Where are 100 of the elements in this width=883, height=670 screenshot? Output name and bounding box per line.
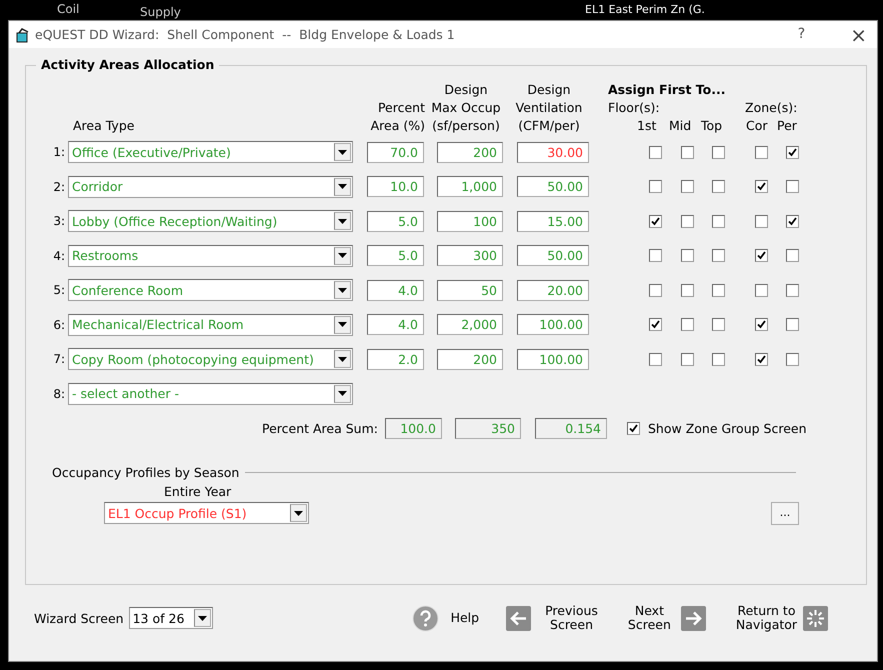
checkbox[interactable] (755, 318, 768, 332)
row-number: 2: (52, 180, 66, 194)
checkbox[interactable] (712, 214, 725, 228)
area-type-dropdown[interactable]: Conference Room (68, 279, 353, 302)
help-button[interactable]: ? (798, 26, 806, 43)
checkbox[interactable] (681, 180, 694, 194)
area-type-dropdown[interactable]: Office (Executive/Private) (68, 141, 353, 164)
caret-icon (198, 616, 207, 620)
percent-field[interactable]: 10.0 (367, 176, 424, 198)
row-number: 4: (52, 248, 66, 263)
percent-field[interactable]: 4.0 (367, 280, 424, 301)
checkbox[interactable] (649, 249, 662, 262)
checkbox[interactable] (786, 352, 799, 366)
wizard-screen-label: Wizard Screen (34, 610, 124, 626)
occupancy-field[interactable]: 1,000 (437, 176, 503, 198)
caret-icon (338, 322, 347, 328)
percent-field[interactable]: 5.0 (367, 245, 424, 266)
checkbox[interactable] (649, 352, 662, 366)
area-type-dropdown[interactable]: Corridor (68, 176, 353, 198)
checkbox[interactable] (712, 284, 725, 297)
background-text: EL1 East Perim Zn (G. (585, 3, 705, 16)
checkbox[interactable] (755, 249, 768, 262)
column-header: Area Type (72, 117, 136, 135)
area-type-dropdown[interactable]: - select another - (68, 382, 353, 405)
checkbox[interactable] (649, 214, 662, 228)
area-type-dropdown[interactable]: Copy Room (photocopying equipment) (68, 348, 353, 370)
section-title: Occupancy Profiles by Season (52, 464, 240, 480)
column-header: Design Ventilation (CFM/per) (514, 81, 584, 135)
checkbox[interactable] (786, 249, 799, 262)
checkbox[interactable] (681, 352, 694, 366)
ventilation-field[interactable]: 100.00 (517, 348, 589, 370)
caret-icon (338, 253, 347, 258)
help-link[interactable]: Help (450, 611, 480, 625)
checkbox[interactable] (786, 180, 799, 194)
background-text: Coil (57, 2, 80, 16)
column-header: Mid (669, 117, 692, 135)
occupancy-field[interactable]: 100 (437, 210, 503, 232)
checkbox[interactable] (755, 146, 768, 159)
section-label: Assign First To... (608, 82, 726, 97)
occupancy-field[interactable]: 200 (437, 348, 503, 370)
checkbox[interactable] (681, 146, 694, 159)
area-type-dropdown[interactable]: Restrooms (68, 244, 353, 267)
checkbox[interactable] (755, 180, 768, 194)
checkbox[interactable] (712, 318, 725, 332)
more-button[interactable]: ... (771, 502, 799, 525)
checkbox[interactable] (786, 284, 799, 297)
occupancy-field[interactable]: 50 (437, 280, 503, 301)
checkbox[interactable] (681, 318, 694, 332)
sum-label: Percent Area Sum: (261, 420, 378, 436)
checkbox[interactable] (712, 249, 725, 262)
checkbox[interactable] (755, 214, 768, 228)
previous-screen-button[interactable]: Previous Screen (545, 604, 598, 632)
area-type-dropdown[interactable]: Mechanical/Electrical Room (68, 314, 353, 336)
row-number: 5: (52, 283, 66, 298)
column-header: 1st (637, 117, 658, 135)
percent-field[interactable]: 70.0 (367, 142, 424, 163)
occupancy-field[interactable]: 2,000 (437, 314, 503, 336)
checkbox[interactable] (681, 249, 694, 262)
checkbox[interactable] (649, 318, 662, 332)
checkbox[interactable] (755, 352, 768, 366)
ventilation-field[interactable]: 50.00 (517, 176, 589, 198)
ventilation-field[interactable]: 20.00 (517, 280, 589, 301)
checkbox[interactable] (786, 146, 799, 159)
return-to-navigator-button[interactable]: Return to Navigator (736, 604, 798, 632)
next-screen-button[interactable]: Next Screen (628, 604, 671, 632)
ventilation-field[interactable]: 15.00 (517, 210, 589, 232)
occupancy-field[interactable]: 200 (437, 142, 503, 163)
checkbox[interactable] (649, 146, 662, 159)
checkbox[interactable] (627, 422, 640, 435)
wizard-screen-dropdown[interactable]: 13 of 26 (128, 607, 213, 629)
checkbox[interactable] (712, 180, 725, 194)
checkbox[interactable] (681, 214, 694, 228)
percent-field[interactable]: 4.0 (367, 314, 424, 336)
section-label: Floor(s): (608, 99, 661, 117)
caret-icon (338, 288, 347, 293)
checkbox[interactable] (755, 284, 768, 297)
help-icon[interactable] (412, 604, 439, 632)
checkbox[interactable] (681, 284, 694, 297)
checkbox[interactable] (786, 214, 799, 228)
caret-icon (294, 510, 303, 516)
percent-field[interactable]: 2.0 (367, 348, 424, 370)
ventilation-field[interactable]: 50.00 (517, 245, 589, 266)
checkbox[interactable] (649, 284, 662, 297)
checkbox[interactable] (712, 352, 725, 366)
checkbox[interactable] (786, 318, 799, 332)
background-text: Supply (140, 5, 181, 20)
percent-field[interactable]: 5.0 (367, 210, 424, 232)
ventilation-field[interactable]: 30.00 (517, 142, 589, 163)
row-number: 6: (52, 318, 66, 332)
close-button[interactable]: × (850, 22, 867, 46)
column-header: Per (777, 117, 798, 135)
area-type-dropdown[interactable]: Lobby (Office Reception/Waiting) (68, 210, 353, 232)
ventilation-field[interactable]: 100.00 (517, 314, 589, 336)
caret-icon (338, 391, 347, 396)
profile-dropdown[interactable]: EL1 Occup Profile (S1) (104, 502, 309, 524)
checkbox[interactable] (712, 146, 725, 159)
checkbox[interactable] (649, 180, 662, 194)
burst-icon[interactable] (803, 606, 828, 630)
occupancy-field[interactable]: 300 (437, 245, 503, 266)
percent-sum-field: 100.0 (385, 418, 442, 439)
